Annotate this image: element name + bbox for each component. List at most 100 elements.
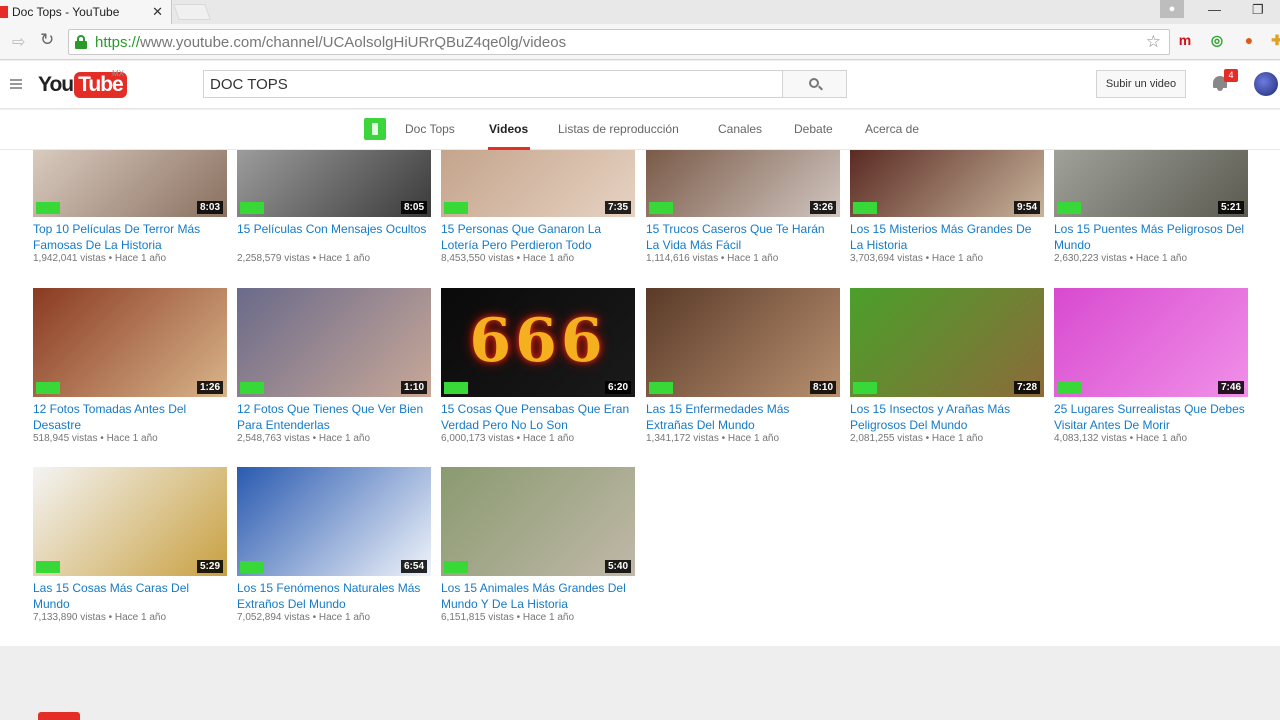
video-thumbnail[interactable]: 6:54 [237,467,431,576]
channel-watermark-icon [1057,382,1081,394]
video-duration: 8:03 [196,201,223,214]
video-meta: 8,453,550 vistas • Hace 1 año [441,253,635,264]
menu-icon[interactable] [10,79,22,89]
profile-icon[interactable]: ● [1160,0,1184,18]
extension-orange-icon[interactable]: ● [1240,31,1258,49]
video-card[interactable]: 7:46 25 Lugares Surrealistas Que Debes Vi… [1054,288,1248,444]
video-card[interactable]: 666 6:20 15 Cosas Que Pensabas Que Eran Ve… [441,288,635,444]
video-title[interactable]: Los 15 Animales Más Grandes Del Mundo Y … [441,580,635,612]
bookmark-star-icon[interactable]: ☆ [1146,32,1161,52]
extension-m-icon[interactable]: m [1176,31,1194,49]
tab-discussion[interactable]: Debate [794,122,833,136]
video-thumbnail[interactable]: 8:03 [33,150,227,217]
video-card[interactable]: 5:21 Los 15 Puentes Más Peligrosos Del Mu… [1054,150,1248,264]
youtube-logo[interactable]: You Tube MX [38,69,127,100]
video-card[interactable]: 3:26 15 Trucos Caseros Que Te Harán La Vi… [646,150,840,264]
account-avatar[interactable] [1254,72,1278,96]
video-meta: 7,133,890 vistas • Hace 1 año [33,612,227,623]
channel-watermark-icon [240,561,264,573]
video-thumbnail[interactable]: 1:10 [237,288,431,397]
tab-videos[interactable]: Videos [489,122,528,136]
browser-tabstrip: Doc Tops - YouTube ✕ ● — ❐ [0,0,1280,24]
video-thumbnail[interactable]: 9:54 [850,150,1044,217]
video-title[interactable]: Los 15 Misterios Más Grandes De La Histo… [850,221,1044,253]
video-views: 1,341,172 vistas [646,433,719,444]
video-title[interactable]: 15 Trucos Caseros Que Te Harán La Vida M… [646,221,840,253]
video-title[interactable]: 15 Películas Con Mensajes Ocultos [237,221,431,253]
video-card[interactable]: 1:10 12 Fotos Que Tienes Que Ver Bien Par… [237,288,431,444]
video-duration: 7:35 [604,201,631,214]
tab-about[interactable]: Acerca de [865,122,919,136]
video-card[interactable]: 7:35 15 Personas Que Ganaron La Lotería P… [441,150,635,264]
video-meta: 3,703,694 vistas • Hace 1 año [850,253,1044,264]
address-bar[interactable]: https://www.youtube.com/channel/UCAolsol… [68,29,1170,55]
video-title[interactable]: Las 15 Enfermedades Más Extrañas Del Mun… [646,401,840,433]
video-card[interactable]: 5:29 Las 15 Cosas Más Caras Del Mundo 7,13… [33,467,227,623]
video-thumbnail[interactable]: 7:35 [441,150,635,217]
video-duration: 5:40 [604,560,631,573]
video-thumbnail[interactable]: 5:29 [33,467,227,576]
video-title[interactable]: Los 15 Insectos y Arañas Más Peligrosos … [850,401,1044,433]
forward-icon[interactable]: ⇨ [12,32,25,52]
video-title[interactable]: 12 Fotos Que Tienes Que Ver Bien Para En… [237,401,431,433]
video-duration: 8:05 [400,201,427,214]
video-meta: 6,000,173 vistas • Hace 1 año [441,433,635,444]
tab-channels[interactable]: Canales [718,122,762,136]
extension-more-icon[interactable]: ✚ [1268,31,1280,49]
youtube-favicon-icon [0,6,8,18]
video-title[interactable]: Las 15 Cosas Más Caras Del Mundo [33,580,227,612]
meta-separator: • [309,433,319,444]
minimize-button[interactable]: — [1208,2,1221,17]
video-title[interactable]: 25 Lugares Surrealistas Que Debes Visita… [1054,401,1248,433]
video-meta: 2,630,223 vistas • Hace 1 año [1054,253,1248,264]
restore-button[interactable]: ❐ [1252,2,1264,18]
channel-watermark-icon [444,202,468,214]
tab-close-icon[interactable]: ✕ [152,4,163,20]
reload-icon[interactable]: ↻ [40,30,54,50]
video-title[interactable]: 12 Fotos Tomadas Antes Del Desastre [33,401,227,433]
video-title[interactable]: Top 10 Películas De Terror Más Famosas D… [33,221,227,253]
channel-icon[interactable] [364,118,386,140]
video-age: Hace 1 año [727,433,780,444]
video-thumbnail[interactable]: 3:26 [646,150,840,217]
video-thumbnail[interactable]: 1:26 [33,288,227,397]
new-tab-button[interactable] [173,4,211,20]
video-card[interactable]: 8:10 Las 15 Enfermedades Más Extrañas Del… [646,288,840,444]
video-age: Hace 1 año [727,253,779,264]
video-card[interactable]: 8:03 Top 10 Películas De Terror Más Famos… [33,150,227,264]
video-duration: 7:28 [1013,381,1040,394]
meta-separator: • [105,253,115,264]
channel-watermark-icon [649,382,673,394]
video-title[interactable]: Los 15 Puentes Más Peligrosos Del Mundo [1054,221,1248,253]
meta-separator: • [718,433,728,444]
video-thumbnail[interactable]: 8:05 [237,150,431,217]
browser-tab[interactable]: Doc Tops - YouTube ✕ [0,0,172,24]
extension-green-icon[interactable]: ◎ [1208,31,1226,49]
channel-tabs: Doc Tops Videos Listas de reproducción C… [0,110,1280,150]
video-card[interactable]: 6:54 Los 15 Fenómenos Naturales Más Extra… [237,467,431,623]
video-thumbnail[interactable]: 5:40 [441,467,635,576]
channel-watermark-icon [240,382,264,394]
video-title[interactable]: 15 Cosas Que Pensabas Que Eran Verdad Pe… [441,401,635,433]
upload-button[interactable]: Subir un video [1096,70,1186,98]
video-thumbnail[interactable]: 8:10 [646,288,840,397]
video-title[interactable]: Los 15 Fenómenos Naturales Más Extraños … [237,580,431,612]
video-card[interactable]: 8:05 15 Películas Con Mensajes Ocultos 2,2… [237,150,431,264]
video-thumbnail[interactable]: 666 6:20 [441,288,635,397]
video-title[interactable]: 15 Personas Que Ganaron La Lotería Pero … [441,221,635,253]
video-thumbnail[interactable]: 7:46 [1054,288,1248,397]
video-age: Hace 1 año [931,433,984,444]
search-input[interactable]: DOC TOPS [203,70,783,98]
video-thumbnail[interactable]: 7:28 [850,288,1044,397]
video-card[interactable]: 5:40 Los 15 Animales Más Grandes Del Mund… [441,467,635,623]
meta-separator: • [922,253,932,264]
video-card[interactable]: 9:54 Los 15 Misterios Más Grandes De La H… [850,150,1044,264]
video-age: Hace 1 año [1135,433,1188,444]
tab-title: Doc Tops - YouTube [12,5,120,19]
search-button[interactable] [782,70,847,98]
video-card[interactable]: 7:28 Los 15 Insectos y Arañas Más Peligro… [850,288,1044,444]
tab-playlists[interactable]: Listas de reproducción [558,122,679,136]
video-card[interactable]: 1:26 12 Fotos Tomadas Antes Del Desastre 5… [33,288,227,444]
tab-doc-tops[interactable]: Doc Tops [405,122,455,136]
video-thumbnail[interactable]: 5:21 [1054,150,1248,217]
